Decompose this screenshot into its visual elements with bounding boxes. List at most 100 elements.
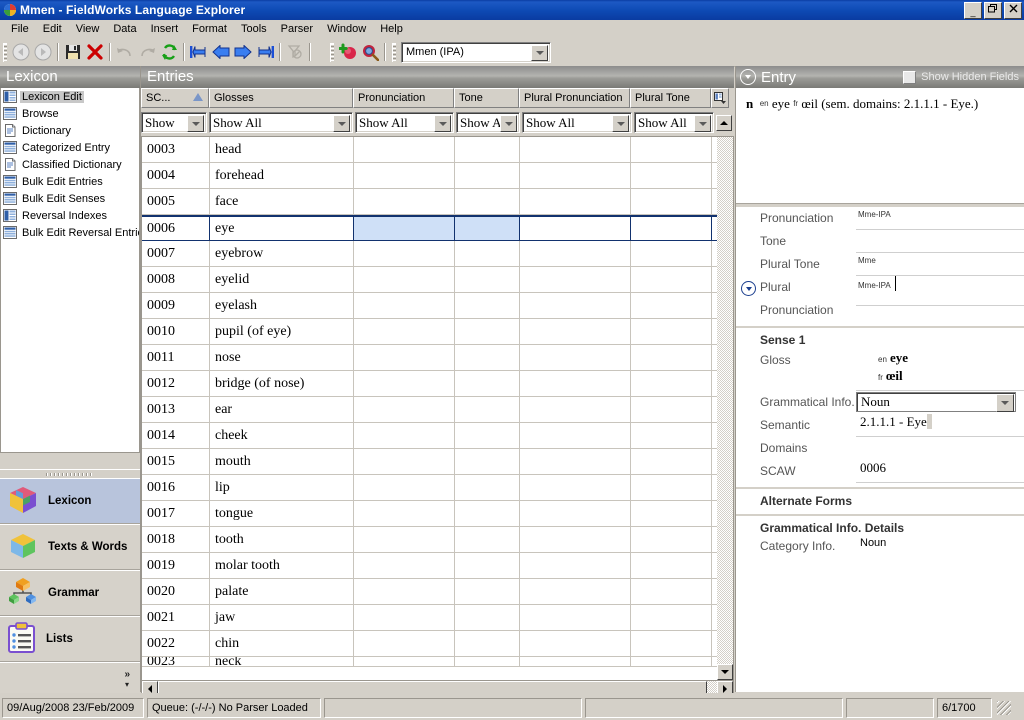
sidebar-item-categorized-entry[interactable]: Categorized Entry bbox=[1, 139, 139, 156]
sidebar-item-bulk-edit-entries[interactable]: Bulk Edit Entries bbox=[1, 173, 139, 190]
checkbox-icon[interactable] bbox=[903, 70, 917, 84]
table-row[interactable]: 0013 ear bbox=[142, 397, 717, 423]
forward-icon[interactable] bbox=[32, 41, 54, 63]
table-row[interactable]: 0023 neck bbox=[142, 657, 717, 667]
sidebar-item-classified-dictionary[interactable]: Classified Dictionary bbox=[1, 156, 139, 173]
chevron-down-icon[interactable] bbox=[187, 115, 204, 132]
field-plural-tone[interactable]: Plural Tone Mme bbox=[736, 253, 1024, 276]
undo-icon[interactable] bbox=[114, 41, 136, 63]
field-tone[interactable]: Tone bbox=[736, 230, 1024, 253]
chevron-down-icon[interactable] bbox=[694, 115, 711, 132]
semantic-domains-chooser[interactable] bbox=[926, 414, 932, 429]
restore-button[interactable] bbox=[984, 2, 1002, 19]
toolbar-grip[interactable] bbox=[3, 42, 7, 62]
menu-parser[interactable]: Parser bbox=[274, 21, 320, 37]
table-row-selected[interactable]: 0006 eye bbox=[142, 215, 717, 241]
field-category-info[interactable]: Category Info. Noun bbox=[736, 537, 1024, 557]
expand-chevron-icon[interactable] bbox=[741, 281, 756, 296]
sidebar-item-browse[interactable]: Browse bbox=[1, 105, 139, 122]
table-row[interactable]: 0012 bridge (of nose) bbox=[142, 371, 717, 397]
filter-combo-tone[interactable]: Show All bbox=[456, 112, 520, 133]
last-record-icon[interactable] bbox=[254, 41, 276, 63]
toolbar-grip-3[interactable] bbox=[392, 42, 396, 62]
table-row[interactable]: 0008 eyelid bbox=[142, 267, 717, 293]
table-row[interactable]: 0020 palate bbox=[142, 579, 717, 605]
table-row[interactable]: 0019 molar tooth bbox=[142, 553, 717, 579]
field-plural-pronunciation[interactable]: Plural Pronunciation Mme-IPA bbox=[736, 276, 1024, 322]
table-row[interactable]: 0018 tooth bbox=[142, 527, 717, 553]
entry-summary[interactable]: n en eye fr œil (sem. domains: 2.1.1.1 -… bbox=[736, 88, 1024, 203]
show-hidden-fields-toggle[interactable]: Show Hidden Fields bbox=[903, 70, 1024, 84]
delete-icon[interactable] bbox=[84, 41, 106, 63]
first-record-icon[interactable] bbox=[188, 41, 210, 63]
menu-window[interactable]: Window bbox=[320, 21, 373, 37]
menu-insert[interactable]: Insert bbox=[144, 21, 186, 37]
chevron-down-icon[interactable] bbox=[434, 115, 451, 132]
table-row[interactable]: 0016 lip bbox=[142, 475, 717, 501]
field-value[interactable] bbox=[856, 230, 1024, 253]
table-row[interactable]: 0022 chin bbox=[142, 631, 717, 657]
field-value[interactable]: Mme-IPA bbox=[856, 276, 1024, 306]
table-row[interactable]: 0003 head bbox=[142, 137, 717, 163]
area-bar-splitter[interactable] bbox=[0, 469, 140, 478]
refresh-icon[interactable] bbox=[158, 41, 180, 63]
vertical-scroll-track[interactable] bbox=[717, 137, 733, 664]
chevron-down-icon[interactable] bbox=[612, 115, 629, 132]
column-chooser-icon[interactable] bbox=[711, 88, 729, 108]
area-button-texts-and-words[interactable]: Texts & Words bbox=[0, 524, 140, 570]
table-row[interactable]: 0007 eyebrow bbox=[142, 241, 717, 267]
column-header-pronunciation[interactable]: Pronunciation bbox=[353, 88, 454, 108]
filter-combo-pronunciation[interactable]: Show All bbox=[355, 112, 454, 133]
sidebar-item-dictionary[interactable]: Dictionary bbox=[1, 122, 139, 139]
field-semantic-domains[interactable]: Semantic Domains 2.1.1.1 - Eye bbox=[736, 414, 1024, 460]
menu-help[interactable]: Help bbox=[373, 21, 410, 37]
area-button-lists[interactable]: Lists bbox=[0, 616, 140, 662]
table-row[interactable]: 0015 mouth bbox=[142, 449, 717, 475]
field-value[interactable]: Mme bbox=[856, 253, 1024, 276]
column-header-scaw[interactable]: SC... bbox=[141, 88, 209, 108]
table-row[interactable]: 0005 face bbox=[142, 189, 717, 215]
field-gloss[interactable]: Gloss en eye fr œil bbox=[736, 349, 1024, 391]
filter-clear-icon[interactable] bbox=[284, 41, 306, 63]
menu-file[interactable]: File bbox=[4, 21, 36, 37]
table-row[interactable]: 0009 eyelash bbox=[142, 293, 717, 319]
insert-entry-icon[interactable] bbox=[337, 41, 359, 63]
filter-combo-plural-tone[interactable]: Show All bbox=[634, 112, 714, 133]
table-row[interactable]: 0004 forehead bbox=[142, 163, 717, 189]
grammatical-info-dropdown[interactable]: Noun bbox=[856, 392, 1016, 412]
previous-record-icon[interactable] bbox=[210, 41, 232, 63]
sidebar-item-bulk-edit-senses[interactable]: Bulk Edit Senses bbox=[1, 190, 139, 207]
next-record-icon[interactable] bbox=[232, 41, 254, 63]
table-row[interactable]: 0017 tongue bbox=[142, 501, 717, 527]
menu-tools[interactable]: Tools bbox=[234, 21, 274, 37]
find-lexical-entry-icon[interactable] bbox=[359, 41, 381, 63]
resize-grip-icon[interactable] bbox=[997, 700, 1011, 715]
grid-vertical-scrollbar[interactable] bbox=[717, 136, 734, 681]
chevron-down-icon[interactable] bbox=[500, 115, 517, 132]
back-icon[interactable] bbox=[10, 41, 32, 63]
field-value[interactable]: en eye fr œil bbox=[856, 349, 1024, 391]
column-header-plural-tone[interactable]: Plural Tone bbox=[630, 88, 711, 108]
menu-format[interactable]: Format bbox=[185, 21, 234, 37]
grid-scroll-up-button[interactable] bbox=[716, 114, 732, 131]
field-value[interactable]: 2.1.1.1 - Eye bbox=[856, 414, 1024, 437]
sidebar-item-lexicon-edit[interactable]: Lexicon Edit bbox=[1, 88, 139, 105]
minimize-button[interactable]: _ bbox=[964, 2, 982, 19]
area-button-grammar[interactable]: Grammar bbox=[0, 570, 140, 616]
field-value[interactable]: 0006 bbox=[856, 460, 1024, 483]
field-scaw[interactable]: SCAW 0006 bbox=[736, 460, 1024, 483]
table-row[interactable]: 0010 pupil (of eye) bbox=[142, 319, 717, 345]
field-value[interactable]: Mme-IPA bbox=[856, 207, 1024, 230]
chevron-down-icon[interactable] bbox=[996, 394, 1014, 412]
area-button-lexicon[interactable]: Lexicon bbox=[0, 478, 140, 524]
table-row[interactable]: 0021 jaw bbox=[142, 605, 717, 631]
menu-edit[interactable]: Edit bbox=[36, 21, 69, 37]
table-row[interactable]: 0011 nose bbox=[142, 345, 717, 371]
scroll-down-button[interactable] bbox=[717, 664, 733, 680]
chevron-down-icon[interactable] bbox=[531, 44, 548, 61]
menu-view[interactable]: View bbox=[69, 21, 107, 37]
column-header-plural-pronunciation[interactable]: Plural Pronunciation bbox=[519, 88, 630, 108]
column-header-glosses[interactable]: Glosses bbox=[209, 88, 353, 108]
toolbar-grip-2[interactable] bbox=[330, 42, 334, 62]
collapse-chevron-icon[interactable] bbox=[740, 69, 756, 85]
